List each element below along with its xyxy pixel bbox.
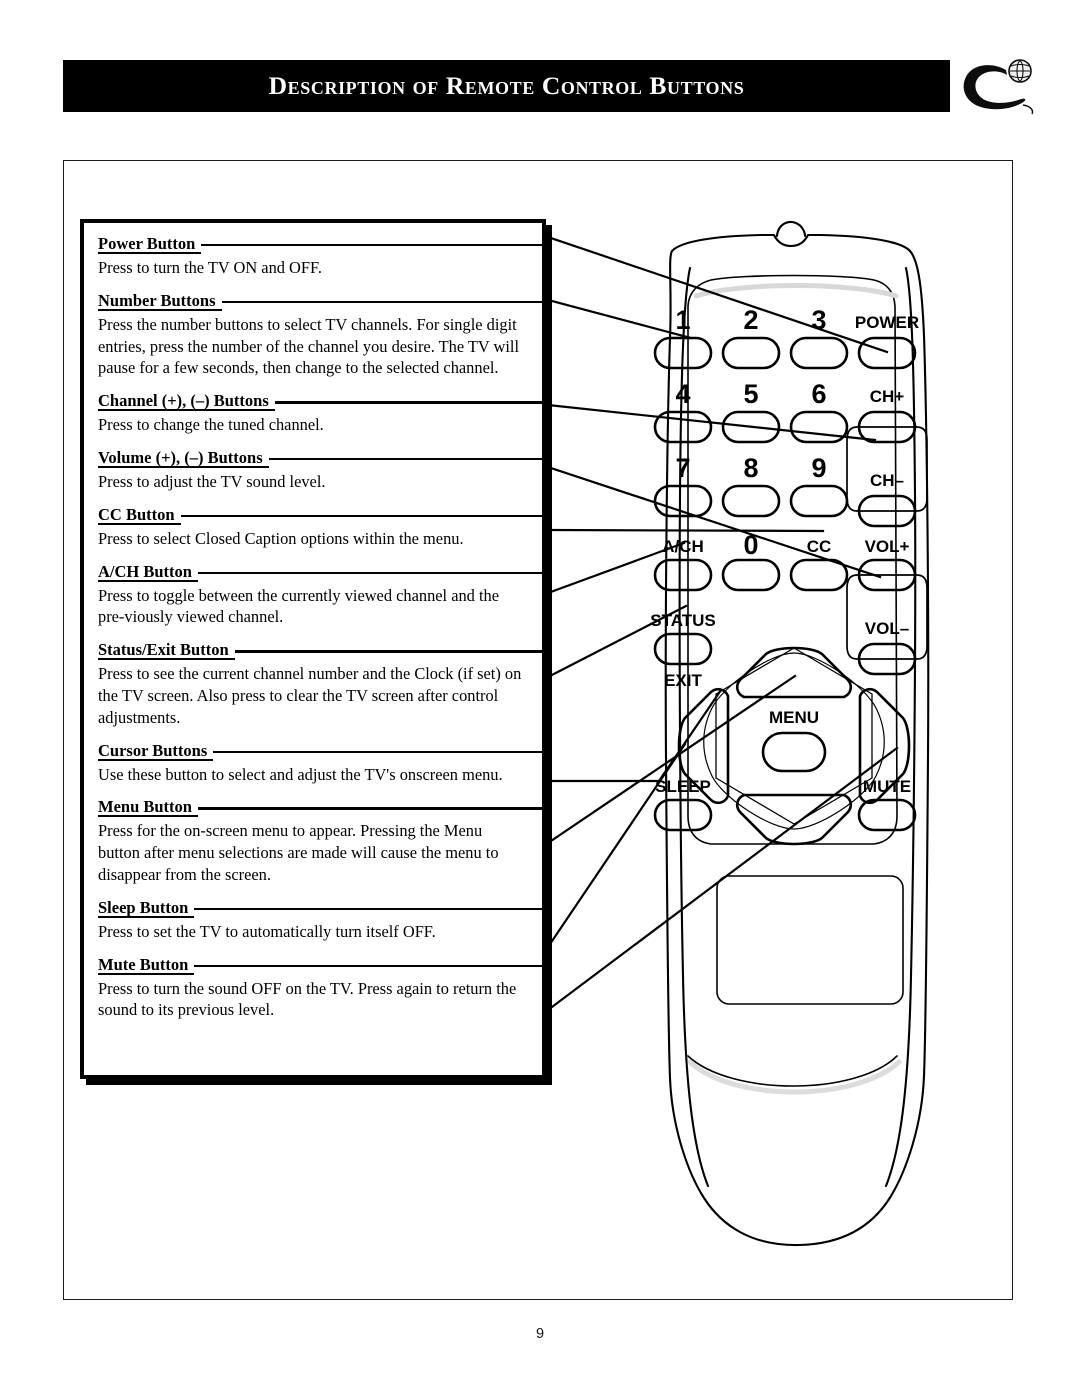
- description-entry-status-exit: Status/Exit Button Press to see the curr…: [98, 641, 548, 728]
- remote-key-6: [789, 410, 849, 444]
- entry-heading-row: Menu Button: [98, 798, 548, 818]
- remote-key-label-0: 0: [743, 530, 758, 560]
- ir-emitter-icon: [775, 221, 807, 238]
- description-entry-mute: Mute Button Press to turn the sound OFF …: [98, 955, 548, 1022]
- remote-key-0: [721, 558, 781, 592]
- remote-key-label-8: 8: [743, 453, 758, 483]
- page-header-bar: Description of Remote Control Buttons: [63, 60, 950, 112]
- entry-heading-ach: A/CH Button: [98, 562, 198, 582]
- description-entry-cc: CC Button Press to select Closed Caption…: [98, 505, 548, 550]
- remote-key-7: [653, 484, 713, 518]
- button-descriptions-panel: Power Button Press to turn the TV ON and…: [80, 219, 548, 1079]
- remote-key-label-ach: A/CH: [662, 537, 704, 556]
- remote-key-label-9: 9: [811, 453, 826, 483]
- remote-key-label-cc: CC: [807, 537, 832, 556]
- remote-lower-panel: [716, 875, 904, 1005]
- remote-key-power: [857, 336, 917, 370]
- description-entry-channel: Channel (+), (–) Buttons Press to change…: [98, 392, 548, 436]
- description-entry-number: Number Buttons Press the number buttons …: [98, 291, 548, 379]
- remote-key-label-4: 4: [675, 379, 690, 409]
- entry-heading-power: Power Button: [98, 235, 202, 254]
- entry-body-sleep: Press to set the TV to automatically tur…: [98, 921, 436, 941]
- entry-body-channel: Press to change the tuned channel.: [98, 415, 324, 435]
- entry-body-number: Press the number buttons to select TV ch…: [98, 314, 520, 378]
- remote-key-label-mute: MUTE: [863, 777, 911, 796]
- remote-key-label-2: 2: [743, 305, 758, 335]
- entry-heading-row: Number Buttons: [98, 291, 548, 312]
- remote-key-mute: [857, 798, 917, 832]
- remote-key-9: [789, 484, 849, 518]
- remote-key-8: [721, 484, 781, 518]
- entry-body-status-exit: Press to see the current channel number …: [98, 664, 522, 727]
- remote-key-ach: [653, 558, 713, 592]
- cursor-pad-outline-2: [703, 652, 885, 830]
- entry-heading-row: A/CH Button: [98, 562, 548, 583]
- entry-heading-row: Sleep Button: [98, 898, 548, 919]
- entry-heading-menu: Menu Button: [98, 798, 198, 818]
- entry-heading-volume: Volume (+), (–) Buttons: [98, 448, 269, 468]
- description-entry-cursor: Cursor Buttons Use these button to selec…: [98, 741, 548, 786]
- remote-key-label-status: STATUS: [650, 611, 715, 630]
- entry-heading-row: Cursor Buttons: [98, 741, 548, 762]
- entry-heading-status-exit: Status/Exit Button: [98, 641, 235, 661]
- entry-heading-cursor: Cursor Buttons: [98, 741, 214, 761]
- entry-body-mute: Press to turn the sound OFF on the TV. P…: [98, 978, 517, 1020]
- page-number: 9: [535, 1326, 545, 1342]
- entry-heading-row: Mute Button: [98, 955, 548, 976]
- entry-body-power: Press to turn the TV ON and OFF.: [98, 258, 322, 277]
- philips-shield-globe-logo-icon: [958, 58, 1048, 120]
- remote-key-2: [721, 336, 781, 370]
- cursor-up-button: [735, 646, 853, 699]
- entry-heading-row: Volume (+), (–) Buttons: [98, 448, 548, 469]
- entry-heading-row: Power Button: [98, 235, 548, 255]
- remote-key-5: [721, 410, 781, 444]
- remote-key-label-ch-down: CH–: [870, 471, 904, 490]
- remote-key-label-5: 5: [743, 379, 758, 409]
- remote-key-menu: [761, 731, 827, 773]
- remote-key-label-menu: MENU: [769, 708, 819, 727]
- remote-key-label-7: 7: [675, 453, 690, 483]
- remote-key-sleep: [653, 798, 713, 832]
- description-entry-volume: Volume (+), (–) Buttons Press to adjust …: [98, 448, 548, 493]
- description-entry-sleep: Sleep Button Press to set the TV to auto…: [98, 898, 548, 943]
- entry-heading-row: Channel (+), (–) Buttons: [98, 392, 548, 412]
- remote-key-label-power: POWER: [855, 313, 919, 332]
- entry-body-volume: Press to adjust the TV sound level.: [98, 471, 326, 491]
- entry-body-menu: Press for the on-screen menu to appear. …: [98, 821, 499, 884]
- remote-key-label-sleep: SLEEP: [655, 777, 711, 796]
- remote-key-label-3: 3: [811, 305, 826, 335]
- entry-heading-channel: Channel (+), (–) Buttons: [98, 392, 275, 412]
- remote-key-label-6: 6: [811, 379, 826, 409]
- entry-body-cc: Press to select Closed Caption options w…: [98, 528, 464, 548]
- description-entry-power: Power Button Press to turn the TV ON and…: [98, 235, 548, 279]
- remote-key-label-1: 1: [675, 305, 690, 335]
- entry-heading-number: Number Buttons: [98, 291, 222, 311]
- description-entry-ach: A/CH Button Press to toggle between the …: [98, 562, 548, 629]
- entry-heading-row: CC Button: [98, 505, 548, 526]
- entry-body-ach: Press to toggle between the currently vi…: [98, 585, 499, 627]
- entry-heading-cc: CC Button: [98, 505, 181, 525]
- remote-key-label-ch-up: CH+: [870, 387, 905, 406]
- remote-key-label-exit: EXIT: [664, 671, 702, 690]
- remote-key-status-exit: [653, 632, 713, 666]
- page-title: Description of Remote Control Buttons: [268, 71, 745, 100]
- description-entry-menu: Menu Button Press for the on-screen menu…: [98, 798, 548, 885]
- entry-heading-sleep: Sleep Button: [98, 898, 195, 918]
- remote-control-diagram: 1 2 3 POWER 4 5 6 CH+ 7 8 9 CH– A/CH 0 C…: [556, 196, 1026, 1286]
- entry-heading-mute: Mute Button: [98, 955, 195, 975]
- remote-key-4: [653, 410, 713, 444]
- remote-key-3: [789, 336, 849, 370]
- entry-heading-row: Status/Exit Button: [98, 641, 548, 661]
- entry-body-cursor: Use these button to select and adjust th…: [98, 764, 503, 784]
- cursor-down-button: [735, 793, 853, 846]
- remote-key-cc: [789, 558, 849, 592]
- remote-key-label-vol-down: VOL–: [865, 619, 909, 638]
- remote-key-label-vol-up: VOL+: [865, 537, 910, 556]
